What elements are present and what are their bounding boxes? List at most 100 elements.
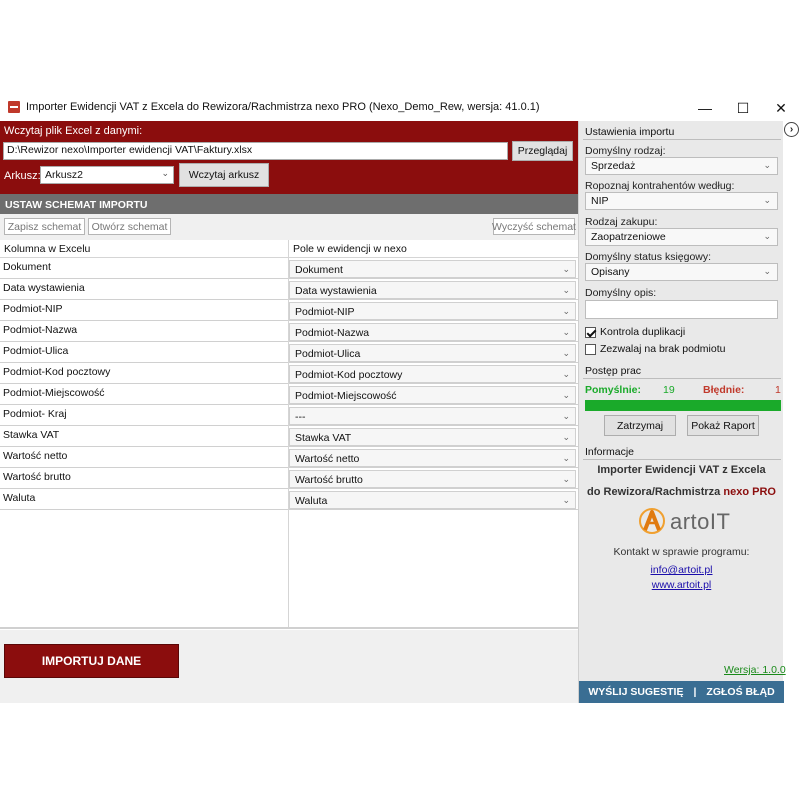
purchase-kind-value: Zaopatrzeniowe: [591, 231, 666, 243]
stop-button[interactable]: Zatrzymaj: [604, 415, 676, 436]
success-label: Pomyślnie:: [585, 384, 642, 396]
email-link[interactable]: info@artoit.pl: [650, 564, 712, 576]
nexo-field-select[interactable]: Dokument ⌄: [289, 260, 576, 278]
progress-bar: [585, 400, 781, 411]
excel-column-cell: Podmiot-Kod pocztowy: [3, 366, 111, 378]
description-label: Domyślny opis:: [585, 287, 657, 299]
table-row: Dokument Dokument ⌄: [0, 258, 578, 279]
nexo-field-value: Podmiot-Ulica: [295, 348, 361, 360]
column-header-nexo: Pole w ewidencji w nexo: [293, 243, 407, 255]
nexo-field-select[interactable]: Podmiot-Miejscowość ⌄: [289, 386, 576, 404]
chevron-down-icon: ⌄: [562, 264, 570, 274]
grid-bottom-border: [0, 627, 578, 629]
nexo-field-value: ---: [295, 411, 306, 423]
status-select[interactable]: Opisany ⌄: [585, 263, 778, 281]
artoit-logo: artoIT: [637, 506, 747, 536]
nexo-field-select[interactable]: Wartość brutto ⌄: [289, 470, 576, 488]
excel-column-cell: Podmiot- Kraj: [3, 408, 67, 420]
table-row: Podmiot- Kraj --- ⌄: [0, 405, 578, 426]
nexo-field-select[interactable]: --- ⌄: [289, 407, 576, 425]
nexo-field-select[interactable]: Podmiot-Ulica ⌄: [289, 344, 576, 362]
logo-mark-icon: [639, 508, 665, 534]
nexo-field-value: Data wystawienia: [295, 285, 377, 297]
chevron-down-icon: ⌄: [562, 453, 570, 463]
email-row: info@artoit.pl: [579, 564, 784, 576]
divider: [583, 378, 781, 379]
recognize-label: Ropoznaj kontrahentów według:: [585, 180, 735, 192]
chevron-down-icon: ⌄: [562, 432, 570, 442]
nexo-field-select[interactable]: Podmiot-Kod pocztowy ⌄: [289, 365, 576, 383]
clear-schema-button[interactable]: Wyczyść schemat: [492, 218, 576, 235]
logo-text: artoIT: [670, 509, 731, 534]
browse-button[interactable]: Przeglądaj: [512, 141, 573, 161]
title-bar: Importer Ewidencji VAT z Excela do Rewiz…: [0, 93, 800, 123]
file-path-input[interactable]: D:\Rewizor nexo\Importer ewidencji VAT\F…: [3, 142, 508, 160]
version-label[interactable]: Wersja: 1.0.0: [724, 664, 786, 676]
chevron-down-icon: ⌄: [562, 327, 570, 337]
nexo-field-select[interactable]: Waluta ⌄: [289, 491, 576, 509]
nexo-field-select[interactable]: Data wystawienia ⌄: [289, 281, 576, 299]
success-count: 19: [663, 384, 675, 396]
table-row: Podmiot-Ulica Podmiot-Ulica ⌄: [0, 342, 578, 363]
nexo-field-select[interactable]: Podmiot-NIP ⌄: [289, 302, 576, 320]
sheet-label: Arkusz:: [4, 170, 41, 182]
table-row: Stawka VAT Stawka VAT ⌄: [0, 426, 578, 447]
table-row: Podmiot-NIP Podmiot-NIP ⌄: [0, 300, 578, 321]
show-report-button[interactable]: Pokaż Raport: [687, 415, 759, 436]
sheet-select[interactable]: Arkusz2 ⌄: [40, 166, 174, 184]
schema-grid: Kolumna w Excelu Pole w ewidencji w nexo…: [0, 240, 578, 630]
allow-no-subject-checkbox[interactable]: [585, 344, 596, 355]
chevron-down-icon: ⌄: [562, 474, 570, 484]
settings-title: Ustawienia importu: [585, 126, 675, 138]
minimize-button[interactable]: —: [690, 97, 720, 119]
table-row: Data wystawienia Data wystawienia ⌄: [0, 279, 578, 300]
nexo-field-value: Podmiot-Nazwa: [295, 327, 370, 339]
info-title: Informacje: [585, 446, 635, 458]
nexo-field-select[interactable]: Podmiot-Nazwa ⌄: [289, 323, 576, 341]
nexo-field-value: Dokument: [295, 264, 343, 276]
chevron-down-icon: ⌄: [763, 160, 771, 170]
nexo-field-value: Wartość brutto: [295, 474, 363, 486]
excel-column-cell: Podmiot-NIP: [3, 303, 63, 315]
purchase-kind-select[interactable]: Zaopatrzeniowe ⌄: [585, 228, 778, 246]
maximize-button[interactable]: ☐: [728, 97, 758, 119]
bar-separator: |: [693, 686, 697, 698]
close-button[interactable]: ✕: [766, 97, 796, 119]
recognize-select[interactable]: NIP ⌄: [585, 192, 778, 210]
excel-column-cell: Podmiot-Miejscowość: [3, 387, 105, 399]
app-icon: [8, 101, 20, 113]
excel-column-cell: Dokument: [3, 261, 51, 273]
default-kind-value: Sprzedaż: [591, 160, 636, 172]
purchase-kind-label: Rodzaj zakupu:: [585, 216, 658, 228]
excel-file-section: Wczytaj plik Excel z danymi: D:\Rewizor …: [0, 121, 578, 194]
send-suggestion-link[interactable]: WYŚLIJ SUGESTIĘ: [588, 686, 683, 698]
description-input[interactable]: [585, 300, 778, 319]
load-sheet-button[interactable]: Wczytaj arkusz: [179, 163, 269, 187]
status-label: Domyślny status księgowy:: [585, 251, 712, 263]
chevron-right-icon[interactable]: ›: [784, 122, 799, 137]
contact-label: Kontakt w sprawie programu:: [613, 546, 750, 558]
schema-header: USTAW SCHEMAT IMPORTU: [0, 194, 578, 214]
report-bug-link[interactable]: ZGŁOŚ BŁĄD: [706, 686, 774, 698]
nexo-field-value: Podmiot-NIP: [295, 306, 355, 318]
nexo-field-value: Podmiot-Miejscowość: [295, 390, 397, 402]
nexo-field-value: Podmiot-Kod pocztowy: [295, 369, 403, 381]
nexo-field-select[interactable]: Stawka VAT ⌄: [289, 428, 576, 446]
chevron-down-icon: ⌄: [763, 195, 771, 205]
chevron-down-icon: ⌄: [562, 306, 570, 316]
import-data-button[interactable]: IMPORTUJ DANE: [4, 644, 179, 678]
chevron-down-icon: ⌄: [161, 168, 169, 178]
info-line-2: do Rewizora/Rachmistrza nexo PRO: [579, 486, 784, 498]
excel-column-cell: Wartość netto: [3, 450, 68, 462]
info-line-1: Importer Ewidencji VAT z Excela: [597, 464, 766, 476]
nexo-field-select[interactable]: Wartość netto ⌄: [289, 449, 576, 467]
website-link[interactable]: www.artoit.pl: [652, 579, 712, 591]
default-kind-select[interactable]: Sprzedaż ⌄: [585, 157, 778, 175]
save-schema-button[interactable]: Zapisz schemat: [4, 218, 85, 235]
open-schema-button[interactable]: Otwórz schemat: [88, 218, 171, 235]
default-kind-label: Domyślny rodzaj:: [585, 145, 666, 157]
grid-header: Kolumna w Excelu Pole w ewidencji w nexo: [0, 240, 578, 258]
divider: [583, 139, 781, 140]
excel-file-label: Wczytaj plik Excel z danymi:: [4, 125, 143, 137]
dup-control-checkbox[interactable]: [585, 327, 596, 338]
